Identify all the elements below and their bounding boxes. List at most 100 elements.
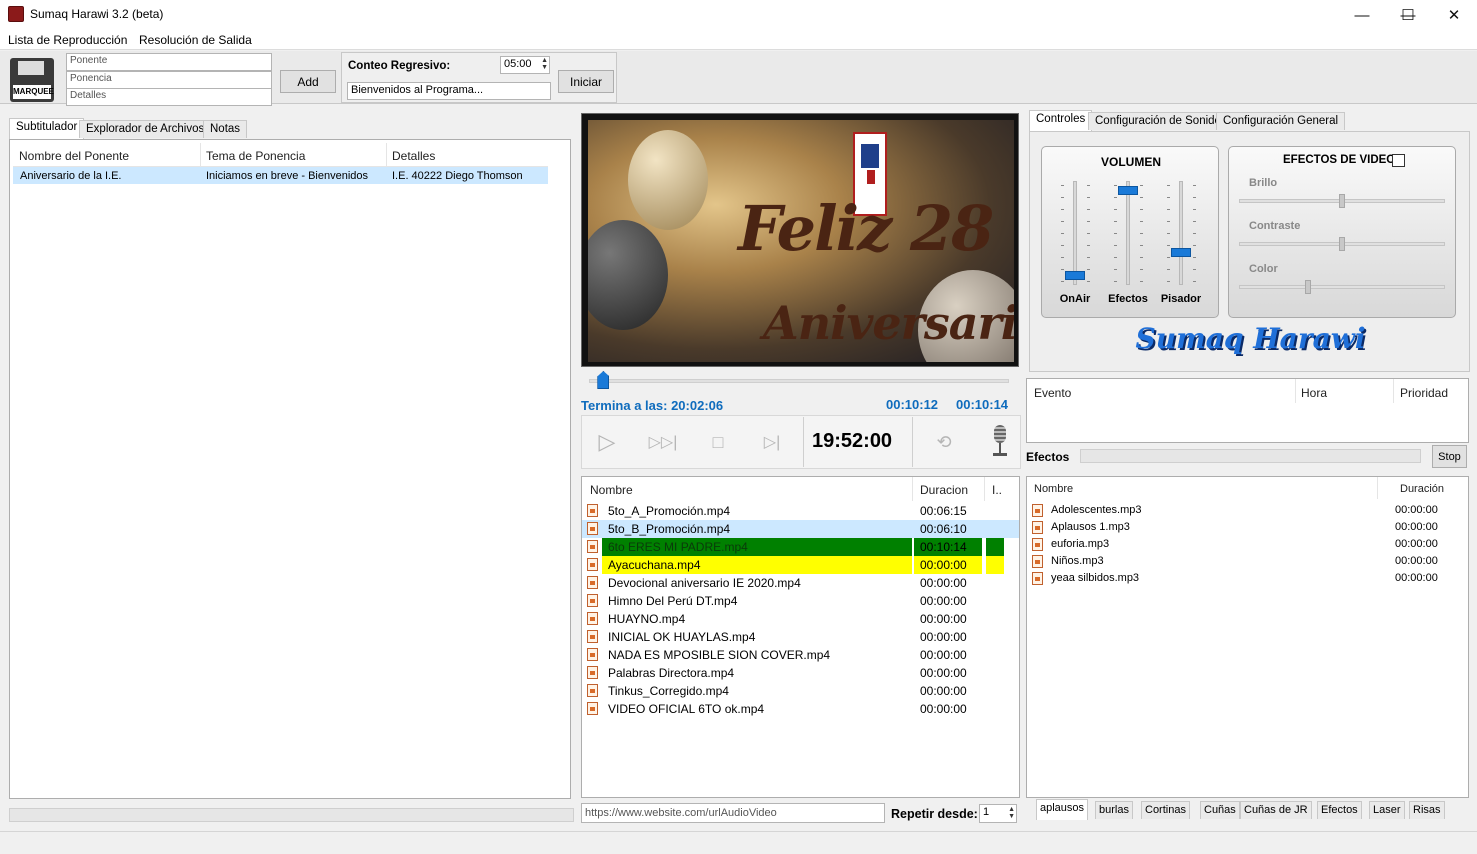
sound-duration: 00:00:00 [1395, 572, 1438, 584]
countdown-input[interactable]: 05:00 ▲ ▼ [500, 56, 550, 74]
tab-file-explorer[interactable]: Explorador de Archivos [79, 120, 212, 138]
playlist-item-duration: 00:00:00 [920, 630, 967, 644]
repeat-icon[interactable]: ⟲ [922, 420, 966, 464]
tab-controls[interactable]: Controles [1029, 110, 1093, 131]
sound-tab[interactable]: Cuñas de JR [1240, 801, 1312, 819]
sound-tab[interactable]: Risas [1409, 801, 1445, 819]
video-file-icon [587, 648, 598, 661]
sound-tab[interactable]: Efectos [1317, 801, 1362, 819]
start-countdown-button[interactable]: Iniciar [558, 70, 614, 93]
playlist-row[interactable]: Palabras Directora.mp4 00:00:00 [582, 664, 1019, 682]
col-priority[interactable]: Prioridad [1400, 386, 1448, 400]
col-speaker[interactable]: Nombre del Ponente [19, 149, 129, 163]
volume-thumb[interactable] [1118, 185, 1138, 195]
sound-row[interactable]: Aplausos 1.mp3 00:00:00 [1027, 519, 1468, 536]
col-duration[interactable]: Duracion [920, 483, 968, 497]
tab-sound-config[interactable]: Configuración de Sonido [1088, 112, 1228, 130]
stop-icon[interactable]: □ [696, 420, 740, 464]
seek-track[interactable] [589, 379, 1009, 383]
detalles-field[interactable]: Detalles [66, 88, 272, 106]
playlist-row[interactable]: Devocional aniversario IE 2020.mp4 00:00:… [582, 574, 1019, 592]
playlist-row[interactable]: HUAYNO.mp4 00:00:00 [582, 610, 1019, 628]
sound-tab[interactable]: Laser [1369, 801, 1405, 819]
col-info[interactable]: I.. [992, 483, 1002, 497]
sound-tab[interactable]: aplausos [1036, 799, 1089, 820]
playlist-row[interactable]: Tinkus_Corregido.mp4 00:00:00 [582, 682, 1019, 700]
playlist-row[interactable]: 5to_B_Promoción.mp4 00:06:10 [582, 520, 1019, 538]
microphone-icon[interactable] [990, 425, 1010, 459]
menu-item-playlist[interactable]: Lista de Reproducción [8, 33, 127, 47]
playlist-row[interactable]: Himno Del Perú DT.mp4 00:00:00 [582, 592, 1019, 610]
table-row[interactable]: Aniversario de la I.E. Iniciamos en brev… [13, 167, 548, 184]
playlist-row[interactable]: 6to ERES MI PADRE.mp4 00:10:14 [582, 538, 1019, 556]
playlist-item-name: 6to ERES MI PADRE.mp4 [602, 538, 912, 556]
col-name[interactable]: Nombre [590, 483, 633, 497]
repeat-input[interactable]: 1 ▲ ▼ [979, 804, 1017, 823]
sound-tab[interactable]: Cuñas [1200, 801, 1240, 819]
volume-thumb[interactable] [1065, 271, 1085, 281]
menu-item-output-resolution[interactable]: Resolución de Salida [139, 33, 252, 47]
play-icon[interactable]: ▷ [585, 420, 629, 464]
sound-row[interactable]: Adolescentes.mp3 00:00:00 [1027, 502, 1468, 519]
audio-file-icon [1032, 504, 1043, 517]
effect-thumb[interactable] [1305, 280, 1311, 294]
col-sound-name[interactable]: Nombre [1034, 483, 1073, 495]
maximize-button[interactable]: ☐ [1385, 0, 1431, 30]
volume-box: VOLUMEN OnAir Efectos Pisador [1041, 146, 1219, 318]
playlist-row[interactable]: INICIAL OK HUAYLAS.mp4 00:00:00 [582, 628, 1019, 646]
effect-thumb[interactable] [1339, 194, 1345, 208]
volume-thumb[interactable] [1171, 247, 1191, 257]
playlist-item-duration: 00:00:00 [920, 594, 967, 608]
sound-name: Niños.mp3 [1051, 555, 1104, 567]
message-input[interactable]: Bienvenidos al Programa... [347, 82, 551, 100]
effect-thumb[interactable] [1339, 237, 1345, 251]
seek-thumb[interactable] [597, 371, 610, 389]
col-details[interactable]: Detalles [392, 149, 435, 163]
url-input[interactable]: https://www.website.com/urlAudioVideo [581, 803, 885, 823]
spinner-icon[interactable]: ▲ ▼ [541, 57, 548, 71]
video-file-icon [587, 540, 598, 553]
playlist-item-name: 5to_A_Promoción.mp4 [608, 504, 731, 518]
ponente-field[interactable]: Ponente [66, 53, 272, 71]
playlist-panel: Nombre Duracion I.. 5to_A_Promoción.mp4 0… [581, 476, 1020, 798]
preview-line2: Aniversario [763, 296, 1014, 350]
playlist-item-duration: 00:00:00 [920, 684, 967, 698]
playlist-item-name: Palabras Directora.mp4 [608, 666, 735, 680]
playlist-row[interactable]: 5to_A_Promoción.mp4 00:06:15 [582, 502, 1019, 520]
col-event[interactable]: Evento [1034, 386, 1071, 400]
balloon-icon [628, 130, 708, 230]
title-bar: Sumaq Harawi 3.2 (beta) — [0, 0, 1477, 30]
window-title: Sumaq Harawi 3.2 (beta) [30, 7, 164, 21]
sound-row[interactable]: euforia.mp3 00:00:00 [1027, 536, 1468, 553]
ponencia-field[interactable]: Ponencia [66, 71, 272, 89]
col-topic[interactable]: Tema de Ponencia [206, 149, 305, 163]
playlist-row[interactable]: NADA ES MPOSIBLE SION COVER.mp4 00:00:00 [582, 646, 1019, 664]
playlist-row[interactable]: VIDEO OFICIAL 6TO ok.mp4 00:00:00 [582, 700, 1019, 718]
playlist-item-duration: 00:06:10 [920, 522, 967, 536]
tab-subtitulador[interactable]: Subtitulador [9, 118, 85, 139]
tab-general-config[interactable]: Configuración General [1216, 112, 1346, 130]
col-time[interactable]: Hora [1301, 386, 1327, 400]
next-track-icon[interactable]: ▷| [750, 420, 794, 464]
col-sound-duration[interactable]: Duración [1400, 483, 1444, 495]
sound-tab[interactable]: burlas [1095, 801, 1133, 819]
skip-forward-icon[interactable]: ▷▷| [641, 420, 685, 464]
tab-notes[interactable]: Notas [203, 120, 248, 138]
minimize-button[interactable]: — [1339, 0, 1385, 30]
sound-row[interactable]: Niños.mp3 00:00:00 [1027, 553, 1468, 570]
playlist-row[interactable]: Ayacuchana.mp4 00:00:00 [582, 556, 1019, 574]
video-effects-checkbox[interactable] [1392, 154, 1405, 167]
stop-effects-button[interactable]: Stop [1432, 445, 1467, 468]
close-button[interactable]: ✕ [1431, 0, 1477, 30]
sound-row[interactable]: yeaa silbidos.mp3 00:00:00 [1027, 570, 1468, 587]
video-file-icon [587, 576, 598, 589]
marquee-save-icon[interactable]: MARQUEE [10, 58, 54, 102]
playlist-item-name: NADA ES MPOSIBLE SION COVER.mp4 [608, 648, 831, 662]
audio-file-icon [1032, 555, 1043, 568]
spinner-icon[interactable]: ▲ ▼ [1008, 806, 1015, 820]
repeat-label: Repetir desde: [891, 807, 978, 821]
sound-tab[interactable]: Cortinas [1141, 801, 1190, 819]
playlist-item-name: HUAYNO.mp4 [608, 612, 686, 626]
speaker-cell: Aniversario de la I.E. [20, 170, 122, 182]
add-button[interactable]: Add [280, 70, 336, 93]
